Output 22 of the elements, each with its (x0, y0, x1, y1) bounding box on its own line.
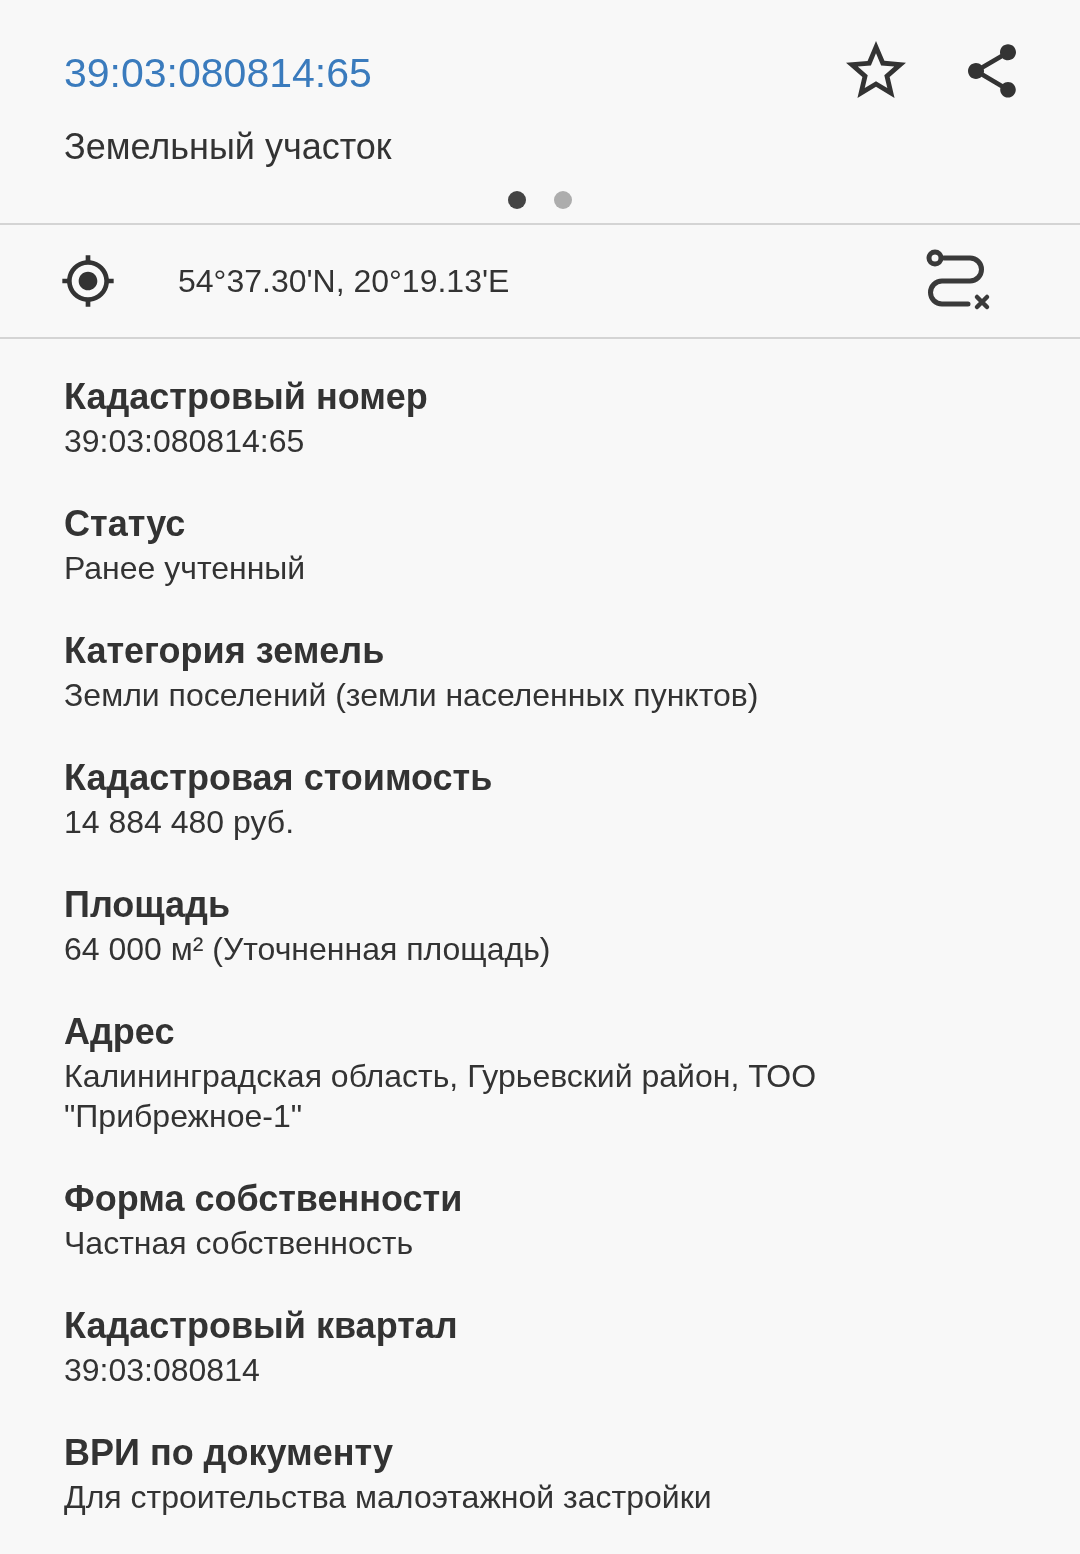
field-label: Форма собственности (64, 1177, 464, 1221)
coordinates-text: 54°37.30'N, 20°19.13'E (178, 262, 511, 301)
field-value: Калининградская область, Гурьевский район, ТОО "Прибрежное-1" (64, 1057, 818, 1136)
field-label: ВРИ по документу (64, 1431, 394, 1475)
field-value: 64 000 м² (Уточненная площадь) (64, 930, 552, 969)
field-value: Частная собственность (64, 1224, 415, 1263)
field-value: Ранее учтенный (64, 549, 307, 588)
field-label: Статус (64, 502, 187, 546)
field-label: Кадастровая стоимость (64, 756, 494, 800)
field-value: 39:03:080814 (64, 1351, 261, 1390)
cadastral-number-title: 39:03:080814:65 (64, 49, 373, 98)
field-label: Категория земель (64, 629, 386, 673)
my-location-icon[interactable] (60, 253, 116, 309)
object-type-subtitle: Земельный участок (64, 125, 392, 169)
field-label: Адрес (64, 1010, 176, 1054)
field-label: Кадастровый номер (64, 375, 429, 419)
field-value: Земли поселений (земли населенных пунктов) (64, 676, 760, 715)
field-label: Кадастровый квартал (64, 1304, 459, 1348)
field-value: 14 884 480 руб. (64, 803, 296, 842)
field-label: Площадь (64, 883, 232, 927)
field-value: 39:03:080814:65 (64, 422, 306, 461)
field-value: Для строительства малоэтажной застройки (64, 1478, 713, 1517)
